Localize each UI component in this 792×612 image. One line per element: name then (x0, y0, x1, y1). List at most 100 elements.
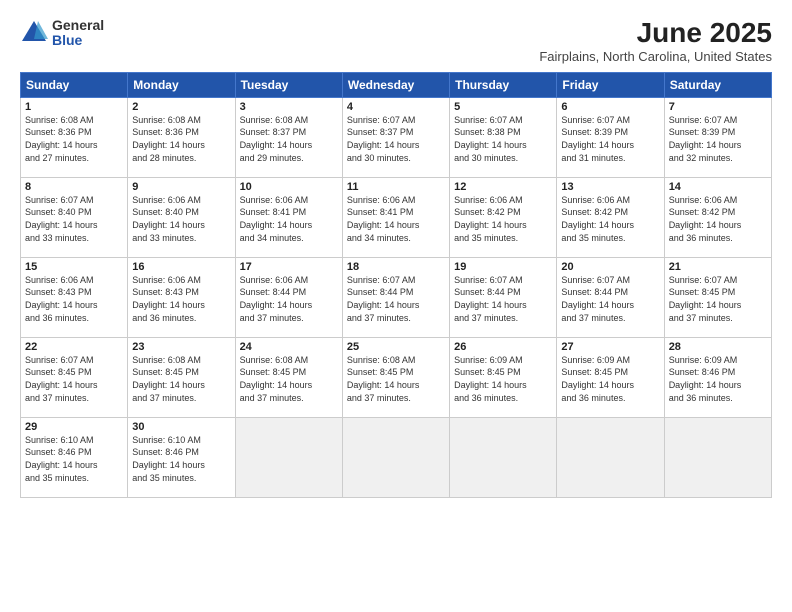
day-number: 15 (25, 261, 123, 273)
calendar-cell: 1Sunrise: 6:08 AM Sunset: 8:36 PM Daylig… (21, 97, 128, 177)
day-number: 2 (132, 101, 230, 113)
weekday-header-tuesday: Tuesday (235, 72, 342, 97)
day-info: Sunrise: 6:09 AM Sunset: 8:45 PM Dayligh… (454, 354, 552, 404)
day-info: Sunrise: 6:07 AM Sunset: 8:39 PM Dayligh… (561, 114, 659, 164)
day-number: 10 (240, 181, 338, 193)
day-info: Sunrise: 6:07 AM Sunset: 8:37 PM Dayligh… (347, 114, 445, 164)
calendar-cell: 9Sunrise: 6:06 AM Sunset: 8:40 PM Daylig… (128, 177, 235, 257)
calendar-week-1: 1Sunrise: 6:08 AM Sunset: 8:36 PM Daylig… (21, 97, 772, 177)
calendar-cell: 2Sunrise: 6:08 AM Sunset: 8:36 PM Daylig… (128, 97, 235, 177)
calendar-cell: 29Sunrise: 6:10 AM Sunset: 8:46 PM Dayli… (21, 417, 128, 497)
day-number: 8 (25, 181, 123, 193)
calendar-body: 1Sunrise: 6:08 AM Sunset: 8:36 PM Daylig… (21, 97, 772, 497)
calendar-week-5: 29Sunrise: 6:10 AM Sunset: 8:46 PM Dayli… (21, 417, 772, 497)
day-info: Sunrise: 6:06 AM Sunset: 8:43 PM Dayligh… (25, 274, 123, 324)
calendar-cell: 16Sunrise: 6:06 AM Sunset: 8:43 PM Dayli… (128, 257, 235, 337)
weekday-header-friday: Friday (557, 72, 664, 97)
day-info: Sunrise: 6:07 AM Sunset: 8:44 PM Dayligh… (561, 274, 659, 324)
day-number: 28 (669, 341, 767, 353)
calendar-cell: 6Sunrise: 6:07 AM Sunset: 8:39 PM Daylig… (557, 97, 664, 177)
day-number: 26 (454, 341, 552, 353)
day-number: 5 (454, 101, 552, 113)
calendar-cell: 20Sunrise: 6:07 AM Sunset: 8:44 PM Dayli… (557, 257, 664, 337)
weekday-header-sunday: Sunday (21, 72, 128, 97)
day-info: Sunrise: 6:08 AM Sunset: 8:36 PM Dayligh… (132, 114, 230, 164)
title-location: Fairplains, North Carolina, United State… (539, 49, 772, 64)
day-info: Sunrise: 6:06 AM Sunset: 8:42 PM Dayligh… (561, 194, 659, 244)
weekday-header-saturday: Saturday (664, 72, 771, 97)
day-info: Sunrise: 6:09 AM Sunset: 8:46 PM Dayligh… (669, 354, 767, 404)
day-number: 27 (561, 341, 659, 353)
calendar-cell (235, 417, 342, 497)
calendar-cell: 7Sunrise: 6:07 AM Sunset: 8:39 PM Daylig… (664, 97, 771, 177)
day-number: 1 (25, 101, 123, 113)
calendar-cell (450, 417, 557, 497)
day-number: 14 (669, 181, 767, 193)
day-number: 12 (454, 181, 552, 193)
day-info: Sunrise: 6:07 AM Sunset: 8:39 PM Dayligh… (669, 114, 767, 164)
calendar-cell: 3Sunrise: 6:08 AM Sunset: 8:37 PM Daylig… (235, 97, 342, 177)
day-info: Sunrise: 6:09 AM Sunset: 8:45 PM Dayligh… (561, 354, 659, 404)
calendar-cell: 27Sunrise: 6:09 AM Sunset: 8:45 PM Dayli… (557, 337, 664, 417)
logo: General Blue (20, 18, 104, 49)
day-number: 9 (132, 181, 230, 193)
calendar-cell: 5Sunrise: 6:07 AM Sunset: 8:38 PM Daylig… (450, 97, 557, 177)
day-info: Sunrise: 6:08 AM Sunset: 8:37 PM Dayligh… (240, 114, 338, 164)
calendar-cell: 14Sunrise: 6:06 AM Sunset: 8:42 PM Dayli… (664, 177, 771, 257)
day-info: Sunrise: 6:08 AM Sunset: 8:45 PM Dayligh… (132, 354, 230, 404)
weekday-header-monday: Monday (128, 72, 235, 97)
calendar-cell: 10Sunrise: 6:06 AM Sunset: 8:41 PM Dayli… (235, 177, 342, 257)
day-number: 13 (561, 181, 659, 193)
day-info: Sunrise: 6:07 AM Sunset: 8:44 PM Dayligh… (347, 274, 445, 324)
day-number: 23 (132, 341, 230, 353)
day-number: 6 (561, 101, 659, 113)
calendar-cell (664, 417, 771, 497)
header: General Blue June 2025 Fairplains, North… (20, 18, 772, 64)
day-info: Sunrise: 6:06 AM Sunset: 8:41 PM Dayligh… (240, 194, 338, 244)
day-info: Sunrise: 6:10 AM Sunset: 8:46 PM Dayligh… (132, 434, 230, 484)
day-number: 25 (347, 341, 445, 353)
calendar-table: SundayMondayTuesdayWednesdayThursdayFrid… (20, 72, 772, 498)
day-info: Sunrise: 6:08 AM Sunset: 8:36 PM Dayligh… (25, 114, 123, 164)
day-info: Sunrise: 6:07 AM Sunset: 8:45 PM Dayligh… (25, 354, 123, 404)
calendar-cell: 15Sunrise: 6:06 AM Sunset: 8:43 PM Dayli… (21, 257, 128, 337)
day-number: 11 (347, 181, 445, 193)
calendar-header: SundayMondayTuesdayWednesdayThursdayFrid… (21, 72, 772, 97)
day-info: Sunrise: 6:06 AM Sunset: 8:43 PM Dayligh… (132, 274, 230, 324)
day-info: Sunrise: 6:10 AM Sunset: 8:46 PM Dayligh… (25, 434, 123, 484)
calendar-cell: 30Sunrise: 6:10 AM Sunset: 8:46 PM Dayli… (128, 417, 235, 497)
weekday-header-wednesday: Wednesday (342, 72, 449, 97)
day-info: Sunrise: 6:06 AM Sunset: 8:41 PM Dayligh… (347, 194, 445, 244)
day-number: 29 (25, 421, 123, 433)
calendar-cell: 19Sunrise: 6:07 AM Sunset: 8:44 PM Dayli… (450, 257, 557, 337)
calendar-cell: 18Sunrise: 6:07 AM Sunset: 8:44 PM Dayli… (342, 257, 449, 337)
calendar-cell (342, 417, 449, 497)
weekday-header-thursday: Thursday (450, 72, 557, 97)
calendar-cell: 21Sunrise: 6:07 AM Sunset: 8:45 PM Dayli… (664, 257, 771, 337)
calendar-cell: 26Sunrise: 6:09 AM Sunset: 8:45 PM Dayli… (450, 337, 557, 417)
calendar-cell: 13Sunrise: 6:06 AM Sunset: 8:42 PM Dayli… (557, 177, 664, 257)
logo-text: General Blue (52, 18, 104, 49)
day-number: 17 (240, 261, 338, 273)
day-number: 3 (240, 101, 338, 113)
day-info: Sunrise: 6:06 AM Sunset: 8:42 PM Dayligh… (669, 194, 767, 244)
logo-blue: Blue (52, 33, 104, 48)
day-info: Sunrise: 6:06 AM Sunset: 8:40 PM Dayligh… (132, 194, 230, 244)
weekday-row: SundayMondayTuesdayWednesdayThursdayFrid… (21, 72, 772, 97)
title-month: June 2025 (539, 18, 772, 49)
calendar-cell: 24Sunrise: 6:08 AM Sunset: 8:45 PM Dayli… (235, 337, 342, 417)
calendar-cell: 28Sunrise: 6:09 AM Sunset: 8:46 PM Dayli… (664, 337, 771, 417)
logo-icon (20, 19, 48, 47)
day-number: 30 (132, 421, 230, 433)
day-info: Sunrise: 6:08 AM Sunset: 8:45 PM Dayligh… (347, 354, 445, 404)
calendar-week-2: 8Sunrise: 6:07 AM Sunset: 8:40 PM Daylig… (21, 177, 772, 257)
page: General Blue June 2025 Fairplains, North… (0, 0, 792, 612)
calendar-cell: 17Sunrise: 6:06 AM Sunset: 8:44 PM Dayli… (235, 257, 342, 337)
calendar-cell (557, 417, 664, 497)
calendar-cell: 12Sunrise: 6:06 AM Sunset: 8:42 PM Dayli… (450, 177, 557, 257)
calendar-cell: 22Sunrise: 6:07 AM Sunset: 8:45 PM Dayli… (21, 337, 128, 417)
calendar-cell: 11Sunrise: 6:06 AM Sunset: 8:41 PM Dayli… (342, 177, 449, 257)
day-number: 20 (561, 261, 659, 273)
day-number: 24 (240, 341, 338, 353)
calendar-cell: 8Sunrise: 6:07 AM Sunset: 8:40 PM Daylig… (21, 177, 128, 257)
